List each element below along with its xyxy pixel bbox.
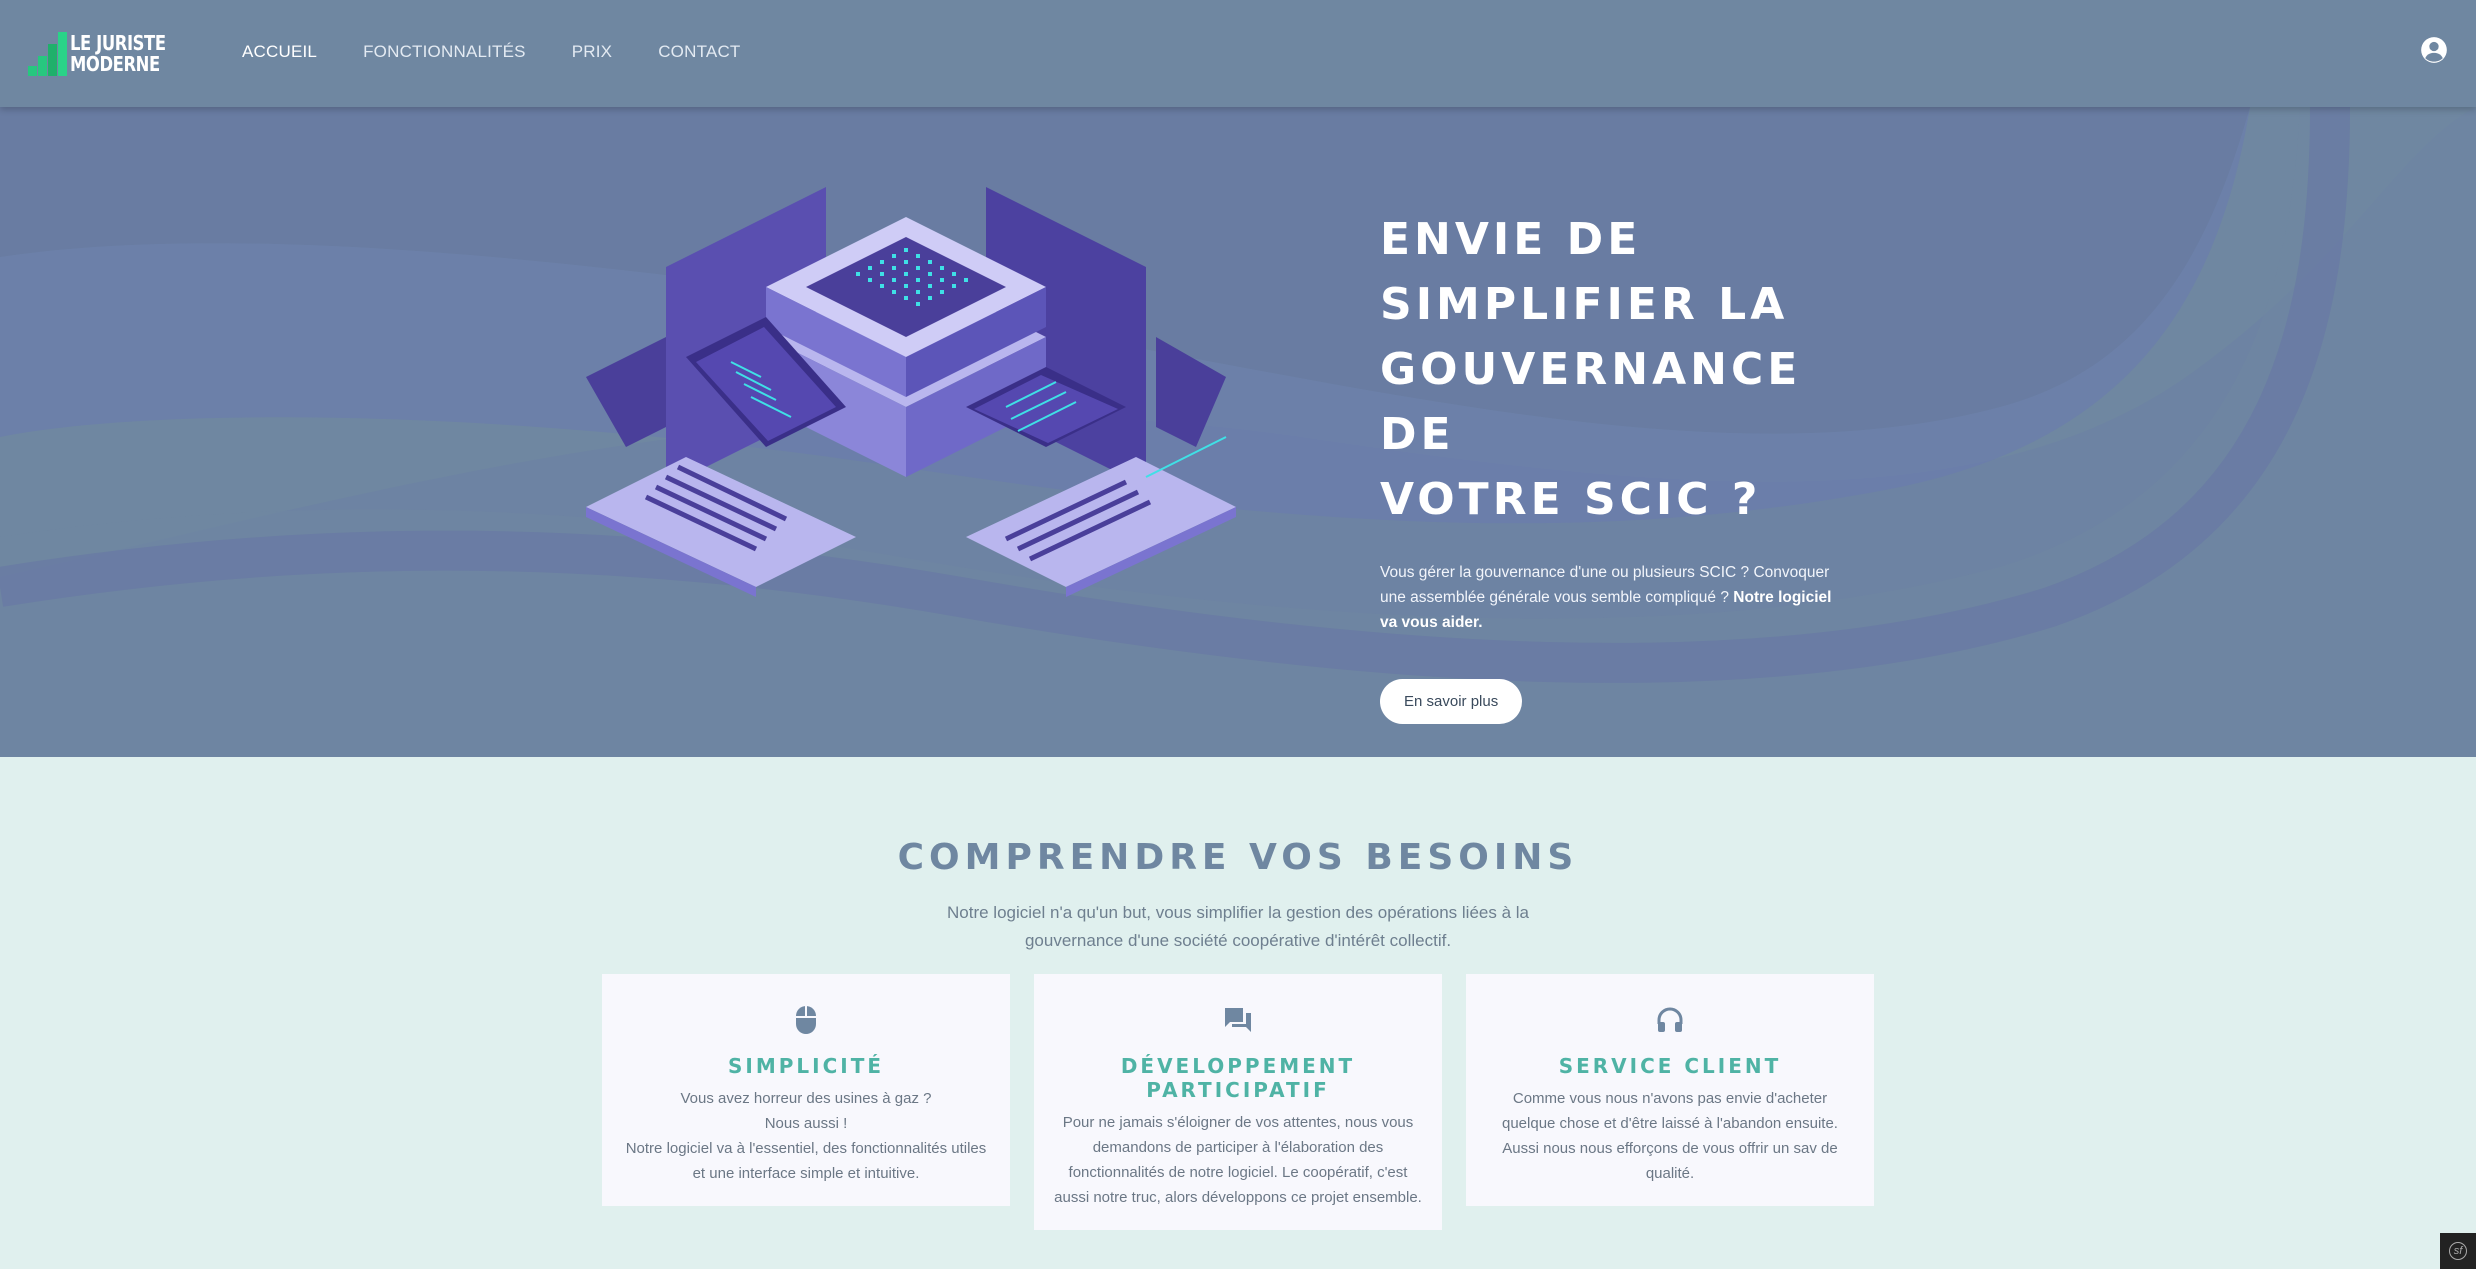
- hero-section: ENVIE DE SIMPLIFIER LA GOUVERNANCE DE VO…: [0, 107, 2476, 757]
- hero-title-line: VOTRE SCIC ?: [1380, 474, 1762, 525]
- card-text-line: Vous avez horreur des usines à gaz ?: [680, 1090, 932, 1107]
- account-circle-icon[interactable]: [2420, 36, 2448, 64]
- brand-line-2: MODERNE: [70, 52, 160, 76]
- card-title: SIMPLICITÉ: [727, 1054, 884, 1078]
- section-title: COMPRENDRE VOS BESOINS: [897, 837, 1579, 878]
- section-subtitle: Notre logiciel n'a qu'un but, vous simpl…: [947, 903, 1529, 950]
- nav-item-accueil[interactable]: ACCUEIL: [242, 42, 317, 62]
- feature-card-developpement: DÉVELOPPEMENT PARTICIPATIF Pour ne jamai…: [1034, 974, 1442, 1230]
- debug-toolbar-toggle[interactable]: sf: [2440, 1233, 2476, 1269]
- nav-item-fonctionnalites[interactable]: FONCTIONNALITÉS: [363, 42, 526, 62]
- servers-laptops-illustration: [586, 187, 1236, 597]
- chat-icon: [1054, 1002, 1422, 1038]
- top-navbar: LE JURISTE MODERNE ACCUEIL FONCTIONNALIT…: [0, 0, 2476, 107]
- card-text-line: Notre logiciel va à l'essentiel, des fon…: [625, 1140, 987, 1182]
- headset-icon: [1486, 1002, 1854, 1038]
- card-title: DÉVELOPPEMENT PARTICIPATIF: [1120, 1054, 1356, 1102]
- brand-name: LE JURISTE MODERNE: [70, 33, 166, 75]
- hero-title-line: GOUVERNANCE DE: [1380, 344, 1802, 460]
- card-text-line: Pour ne jamais s'éloigner de vos attente…: [1054, 1114, 1422, 1206]
- brand-logo[interactable]: LE JURISTE MODERNE: [28, 32, 187, 76]
- brand-line-1: LE JURISTE: [70, 31, 166, 55]
- learn-more-button[interactable]: En savoir plus: [1380, 679, 1523, 724]
- feature-card-service-client: SERVICE CLIENT Comme vous nous n'avons p…: [1466, 974, 1874, 1206]
- hero-wave-background: [0, 107, 2476, 757]
- card-title: SERVICE CLIENT: [1558, 1054, 1782, 1078]
- needs-section: COMPRENDRE VOS BESOINS Notre logiciel n'…: [0, 757, 2476, 1269]
- hero-description: Vous gérer la gouvernance d'une ou plusi…: [1380, 560, 1850, 635]
- card-text: Pour ne jamais s'éloigner de vos attente…: [1054, 1110, 1422, 1210]
- hero-title-line: SIMPLIFIER LA: [1380, 279, 1789, 330]
- card-text: Vous avez horreur des usines à gaz ? Nou…: [622, 1086, 990, 1186]
- card-text-line: Nous aussi !: [764, 1115, 848, 1132]
- nav-item-contact[interactable]: CONTACT: [658, 42, 740, 62]
- main-nav: ACCUEIL FONCTIONNALITÉS PRIX CONTACT: [242, 42, 741, 62]
- hero-title-line: ENVIE DE: [1380, 214, 1642, 265]
- hero-text-block: ENVIE DE SIMPLIFIER LA GOUVERNANCE DE VO…: [1380, 207, 1860, 724]
- mouse-icon: [622, 1002, 990, 1038]
- logo-bars-icon: [28, 32, 70, 76]
- card-text-line: Comme vous nous n'avons pas envie d'ache…: [1502, 1090, 1838, 1182]
- card-text: Comme vous nous n'avons pas envie d'ache…: [1486, 1086, 1854, 1186]
- nav-item-prix[interactable]: PRIX: [572, 42, 612, 62]
- symfony-icon: sf: [2449, 1242, 2467, 1260]
- hero-title: ENVIE DE SIMPLIFIER LA GOUVERNANCE DE VO…: [1380, 207, 1860, 532]
- feature-card-simplicite: SIMPLICITÉ Vous avez horreur des usines …: [602, 974, 1010, 1206]
